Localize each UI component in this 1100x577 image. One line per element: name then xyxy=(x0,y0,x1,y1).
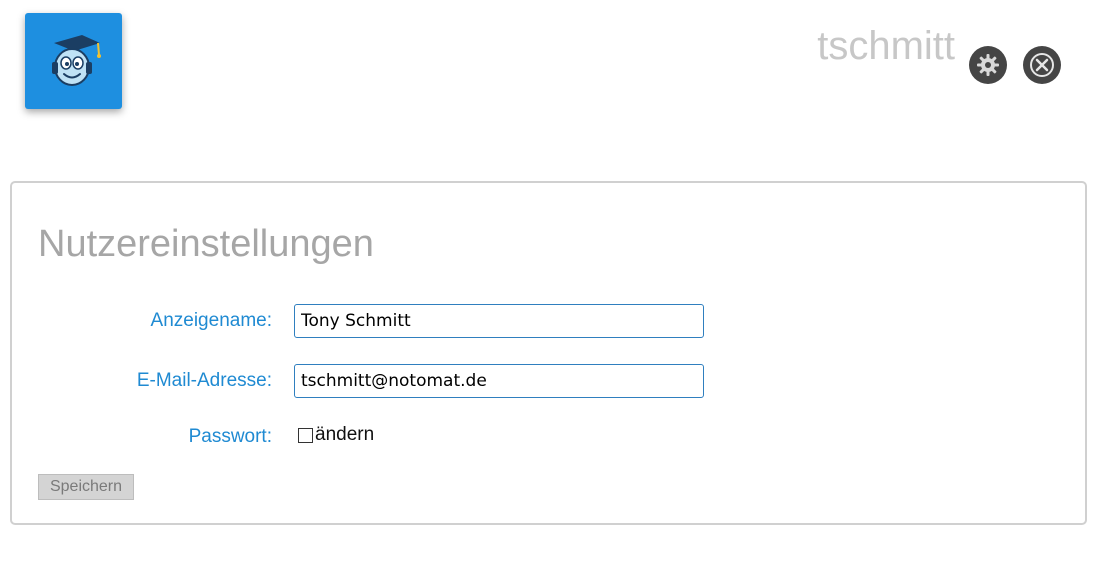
display-name-row: Anzeigename: xyxy=(12,304,1085,338)
app-header: tschmitt xyxy=(0,0,1100,160)
change-password-checkbox[interactable] xyxy=(298,427,313,443)
save-button[interactable]: Speichern xyxy=(38,474,134,500)
password-label: Passwort: xyxy=(188,426,272,447)
display-name-label: Anzeigename: xyxy=(150,310,272,331)
page-title: Nutzereinstellungen xyxy=(38,223,374,265)
change-password-label[interactable]: ändern xyxy=(315,424,374,446)
close-circle-icon xyxy=(1030,53,1054,77)
app-logo[interactable] xyxy=(25,13,122,109)
gear-icon xyxy=(977,54,999,76)
graduate-mascot-icon xyxy=(51,35,101,86)
change-password-toggle[interactable]: ändern xyxy=(298,424,374,446)
user-settings-panel: Nutzereinstellungen Anzeigename: E-Mail-… xyxy=(10,181,1087,525)
logout-button[interactable] xyxy=(1023,46,1061,84)
password-row: Passwort: ändern xyxy=(12,420,1085,454)
email-label: E-Mail-Adresse: xyxy=(136,370,272,391)
settings-button[interactable] xyxy=(969,46,1007,84)
email-input[interactable] xyxy=(294,364,704,398)
username-display: tschmitt xyxy=(817,24,955,68)
display-name-input[interactable] xyxy=(294,304,704,338)
email-row: E-Mail-Adresse: xyxy=(12,364,1085,398)
